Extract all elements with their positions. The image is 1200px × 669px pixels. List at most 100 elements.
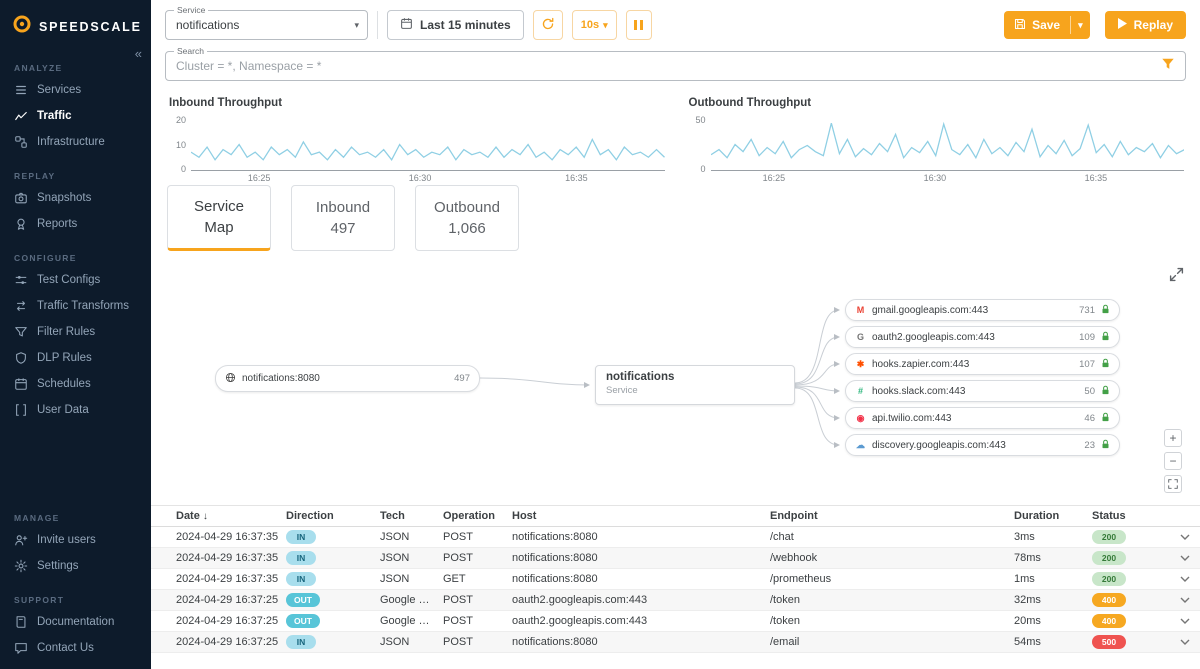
column-header-direction[interactable]: Direction [286,510,380,522]
table-row[interactable]: 2024-04-29 16:37:35 IN JSON POST notific… [151,548,1200,569]
column-header-duration[interactable]: Duration [1014,510,1092,522]
row-expand-chevron-icon[interactable] [1180,618,1190,624]
zoom-in-button[interactable]: + [1164,429,1182,447]
row-expand-chevron-icon[interactable] [1180,555,1190,561]
replay-button-label: Replay [1134,18,1173,32]
throughput-charts: Inbound Throughput 20 10 0 16:25 16:30 1… [151,81,1200,171]
cell-duration: 1ms [1014,573,1092,585]
row-expand-chevron-icon[interactable] [1180,576,1190,582]
sidebar-item-test-configs[interactable]: Test Configs [0,267,151,293]
column-header-status[interactable]: Status [1092,510,1165,522]
search-row: Search [165,51,1186,81]
pause-button[interactable] [626,10,652,40]
table-row[interactable]: 2024-04-29 16:37:35 IN JSON GET notifica… [151,569,1200,590]
cell-host: notifications:8080 [512,552,770,564]
time-range-button[interactable]: Last 15 minutes [387,10,524,40]
sidebar-item-infrastructure[interactable]: Infrastructure [0,129,151,155]
sidebar-collapse-icon[interactable]: « [135,46,142,61]
chevron-down-icon: ▾ [603,20,608,31]
refresh-button[interactable] [533,10,563,40]
table-row[interactable]: 2024-04-29 16:37:35 IN JSON POST notific… [151,527,1200,548]
sidebar-item-traffic-transforms[interactable]: Traffic Transforms [0,293,151,319]
map-node-twilio[interactable]: ◉ api.twilio.com:443 46 [845,407,1120,429]
column-header-operation[interactable]: Operation [443,510,512,522]
cell-endpoint: /chat [770,531,1014,543]
row-expand-chevron-icon[interactable] [1180,639,1190,645]
table-row[interactable]: 2024-04-29 16:37:25 OUT Google O… POST o… [151,611,1200,632]
cell-endpoint: /webhook [770,552,1014,564]
column-header-endpoint[interactable]: Endpoint [770,510,1014,522]
tab-inbound[interactable]: Inbound 497 [291,185,395,251]
x-tick: 16:25 [763,173,786,183]
table-row[interactable]: 2024-04-29 16:37:25 IN JSON POST notific… [151,632,1200,653]
sidebar-item-dlp-rules[interactable]: DLP Rules [0,345,151,371]
sidebar-item-snapshots[interactable]: Snapshots [0,185,151,211]
column-header-host[interactable]: Host [512,510,770,522]
tab-label: Inbound [316,197,370,218]
tab-outbound[interactable]: Outbound 1,066 [415,185,519,251]
transactions-table: Date↓ Direction Tech Operation Host Endp… [151,505,1200,653]
map-node-count: 107 [1079,359,1095,370]
save-button[interactable]: Save [1004,18,1070,33]
pause-icon [634,20,643,30]
map-node-oauth2[interactable]: G oauth2.googleapis.com:443 109 [845,326,1120,348]
save-dropdown-button[interactable]: ▾ [1071,20,1090,31]
map-node-zapier[interactable]: ✱ hooks.zapier.com:443 107 [845,353,1120,375]
sliders-icon [14,273,28,287]
map-node-slack[interactable]: # hooks.slack.com:443 50 [845,380,1120,402]
cell-endpoint: /prometheus [770,573,1014,585]
cell-endpoint: /token [770,594,1014,606]
map-node-discovery[interactable]: ☁ discovery.googleapis.com:443 23 [845,434,1120,456]
map-node-source[interactable]: notifications:8080 497 [215,365,480,392]
cell-duration: 78ms [1014,552,1092,564]
sidebar-item-label: Schedules [37,378,91,390]
map-node-gmail[interactable]: M gmail.googleapis.com:443 731 [845,299,1120,321]
service-select[interactable]: Service notifications ▾ [165,10,368,40]
sidebar-item-reports[interactable]: Reports [0,211,151,237]
search-input[interactable] [176,59,1161,73]
tab-service-map[interactable]: Service Map [167,185,271,251]
sidebar-section-analyze: ANALYZE [0,47,151,77]
infrastructure-icon [14,135,28,149]
cell-date: 2024-04-29 16:37:25 [176,594,286,606]
sidebar-item-contact-us[interactable]: Contact Us [0,635,151,669]
table-header-row: Date↓ Direction Tech Operation Host Endp… [151,505,1200,527]
cell-duration: 32ms [1014,594,1092,606]
zoom-out-button[interactable]: − [1164,452,1182,470]
calendar-icon [400,17,413,33]
map-node-count: 731 [1079,305,1095,316]
direction-badge: OUT [286,614,380,628]
sidebar-item-traffic[interactable]: Traffic [0,103,151,129]
column-header-date[interactable]: Date↓ [176,510,286,522]
column-header-tech[interactable]: Tech [380,510,443,522]
sidebar-item-invite-users[interactable]: Invite users [0,527,151,553]
x-tick: 16:35 [1085,173,1108,183]
row-expand-chevron-icon[interactable] [1180,597,1190,603]
filter-funnel-icon[interactable] [1161,57,1175,76]
cell-host: notifications:8080 [512,531,770,543]
table-row[interactable]: 2024-04-29 16:37:25 OUT Google O… POST o… [151,590,1200,611]
refresh-interval-select[interactable]: 10s ▾ [572,10,617,40]
sidebar-item-schedules[interactable]: Schedules [0,371,151,397]
transform-arrows-icon [14,299,28,313]
sidebar-item-services[interactable]: Services [0,77,151,103]
sidebar-item-user-data[interactable]: User Data [0,397,151,423]
replay-button[interactable]: Replay [1105,11,1186,39]
zoom-fit-button[interactable] [1164,475,1182,493]
map-expand-icon[interactable] [1169,267,1184,287]
services-icon [14,83,28,97]
row-expand-chevron-icon[interactable] [1180,534,1190,540]
refresh-icon [541,17,555,34]
save-disk-icon [1014,18,1026,33]
sidebar-item-filter-rules[interactable]: Filter Rules [0,319,151,345]
map-node-service[interactable]: notifications Service [595,365,795,405]
x-tick: 16:30 [409,173,432,183]
save-button-label: Save [1032,18,1060,32]
calendar-icon [14,377,28,391]
app-window: SPEEDSCALE « ANALYZE Services Traffic In… [0,0,1200,669]
inbound-throughput-chart: Inbound Throughput 20 10 0 16:25 16:30 1… [167,97,665,171]
cell-duration: 54ms [1014,636,1092,648]
sidebar-item-settings[interactable]: Settings [0,553,151,579]
service-select-value: notifications [176,18,239,32]
sidebar-item-documentation[interactable]: Documentation [0,609,151,635]
